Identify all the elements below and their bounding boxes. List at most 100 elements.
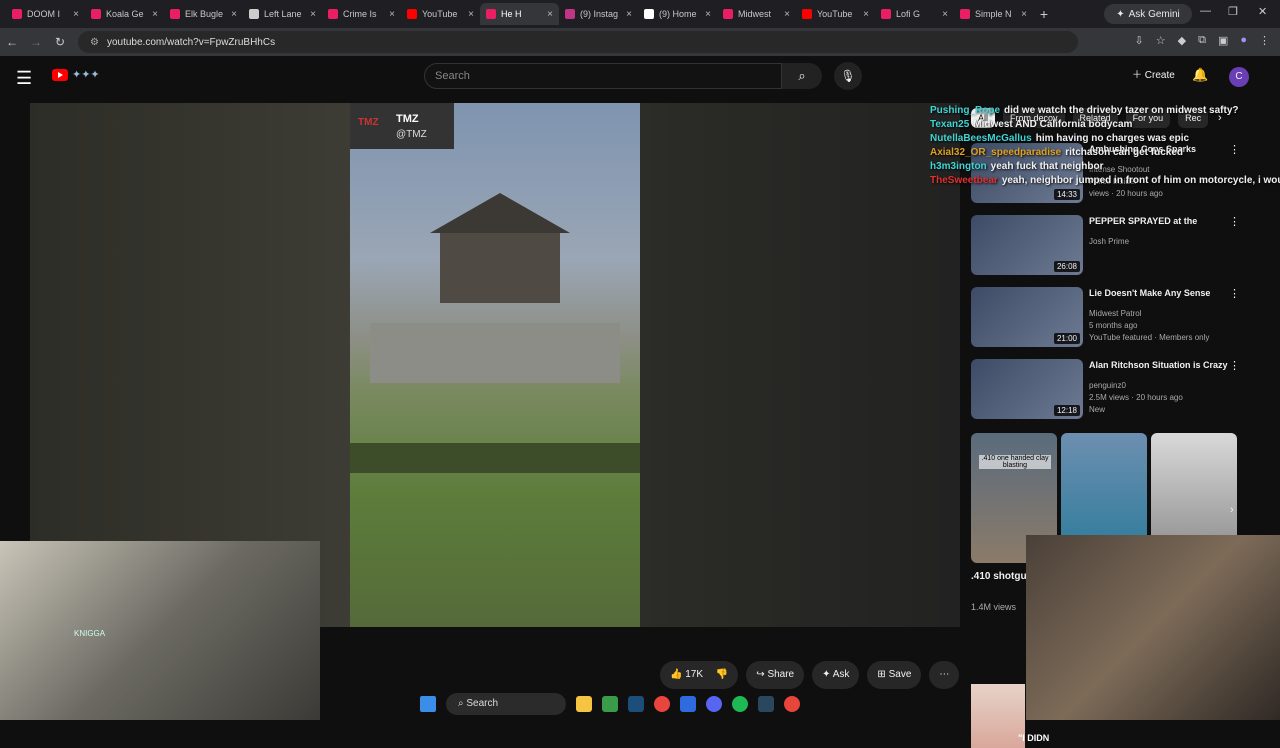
channel-overlay[interactable]: TMZ TMZ @TMZ [350,103,454,149]
video-title[interactable]: Alan Ritchson Situation is Crazy [1089,359,1239,371]
back-icon[interactable]: ← [0,35,24,49]
video-extra: views · 20 hours ago [1089,189,1163,198]
minimize-icon[interactable]: — [1200,5,1211,17]
spotify-icon[interactable] [732,696,748,712]
share-button[interactable]: ↪ Share [746,661,805,689]
address-bar-row: ← → ↻ ⚙ youtube.com/watch?v=FpwZruBHhCs [0,28,1280,56]
more-menu-icon[interactable]: ⋮ [1259,34,1270,47]
browser-tab[interactable]: Elk Bugle × [164,3,243,25]
browser-tab[interactable]: (9) Instag × [559,3,638,25]
close-window-icon[interactable]: ✕ [1258,5,1267,18]
browser-tab[interactable]: (9) Home × [638,3,717,25]
chat-message: Pushing_Rope did we watch the driveby taz… [930,104,1280,118]
youtube-logo-icon[interactable] [52,69,68,81]
video-title[interactable]: Lie Doesn't Make Any Sense [1089,287,1239,299]
save-icon: ⊞ [877,669,886,680]
browser-tab[interactable]: Left Lane × [243,3,322,25]
video-title[interactable]: PEPPER SPRAYED at the [1089,215,1239,227]
steam-icon[interactable] [628,696,644,712]
video-thumbnail[interactable]: 26:08 [971,215,1083,275]
browser-tab[interactable]: Midwest × [717,3,796,25]
tab-label: He H [501,9,522,19]
tab-label: Elk Bugle [185,9,224,19]
tab-close-icon[interactable]: × [942,9,948,20]
bottom-video-thumbnail[interactable] [971,684,1025,748]
tab-close-icon[interactable]: × [231,9,237,20]
sidebar-icon[interactable]: ▣ [1218,34,1228,47]
chrome-alt-icon[interactable] [784,696,800,712]
video-menu-icon[interactable]: ⋮ [1229,287,1240,300]
tab-close-icon[interactable]: × [1021,9,1027,20]
tab-close-icon[interactable]: × [468,9,474,20]
more-actions-icon[interactable]: ⋯ [929,661,960,689]
tab-close-icon[interactable]: × [152,9,158,20]
recommended-video[interactable]: 21:00 Lie Doesn't Make Any Sense Midwest P… [971,287,1271,347]
tmz-logo: TMZ [358,117,379,128]
video-channel[interactable]: Josh Prime [1089,237,1129,246]
new-tab-button[interactable]: + [1033,6,1055,22]
puzzle-icon[interactable]: ⧉ [1198,34,1206,47]
hamburger-menu-icon[interactable]: ☰ [16,68,32,89]
chat-message: TheSweetbear yeah, neighbor jumped in fro… [930,174,1280,188]
tab-label: YouTube [817,9,853,19]
avatar[interactable]: C [1229,67,1249,87]
thumbs-down-icon[interactable]: 👎 [716,669,728,680]
like-button[interactable]: 👍 17K 👎 [660,661,739,689]
app-green-icon[interactable] [602,696,618,712]
recommended-video[interactable]: 26:08 PEPPER SPRAYED at the Josh Prime ⋮ [971,215,1271,275]
browser-tab[interactable]: He H × [480,3,559,25]
install-icon[interactable]: ⇩ [1135,34,1144,47]
file-explorer-icon[interactable] [576,696,592,712]
doodle-icon[interactable]: ✦✦✦ [72,68,100,81]
tab-close-icon[interactable]: × [784,9,790,20]
tab-close-icon[interactable]: × [863,9,869,20]
video-menu-icon[interactable]: ⋮ [1229,359,1240,372]
create-button[interactable]: ＋ Create [1122,64,1185,88]
chat-text: did we watch the driveby tazer on midwes… [1004,105,1239,116]
taskbar-search[interactable]: ⌕ Search [446,693,566,715]
browser-tab[interactable]: YouTube × [796,3,875,25]
ask-button[interactable]: ✦ Ask [812,661,860,689]
video-channel[interactable]: penguinz0 [1089,381,1126,390]
tab-close-icon[interactable]: × [547,9,553,20]
tab-close-icon[interactable]: × [705,9,711,20]
steam-alt-icon[interactable] [758,696,774,712]
video-channel[interactable]: Midwest Patrol [1089,309,1141,318]
browser-tab[interactable]: YouTube × [401,3,480,25]
video-menu-icon[interactable]: ⋮ [1229,215,1240,228]
browser-tab[interactable]: Lofi G × [875,3,954,25]
browser-tab[interactable]: DOOM I × [6,3,85,25]
save-button[interactable]: ⊞ Save [867,661,922,689]
url-field[interactable]: ⚙ youtube.com/watch?v=FpwZruBHhCs [78,31,1078,53]
maximize-icon[interactable]: ❐ [1228,5,1238,18]
search-icon[interactable]: ⌕ [782,63,822,89]
windows-start-icon[interactable] [420,696,436,712]
extension-icon[interactable]: ◆ [1178,34,1186,47]
bell-icon[interactable]: 🔔 [1192,67,1208,83]
tab-close-icon[interactable]: × [73,9,79,20]
tab-close-icon[interactable]: × [389,9,395,20]
shorts-next-icon[interactable]: › [1230,504,1234,516]
tab-label: Midwest [738,9,772,19]
search-input[interactable]: Search [424,63,782,89]
mic-icon[interactable]: 🎙 [834,62,862,90]
reload-icon[interactable]: ↻ [48,35,72,49]
browser-tab[interactable]: Simple N × [954,3,1033,25]
video-thumbnail[interactable]: 21:00 [971,287,1083,347]
site-info-icon[interactable]: ⚙ [90,37,99,48]
tab-close-icon[interactable]: × [310,9,316,20]
browser-tab-bar: DOOM I × Koala Ge × Elk Bugle × Left Lane × Crim… [0,0,1280,28]
ask-gemini-button[interactable]: ✦ Ask Gemini [1104,4,1192,24]
profile-icon[interactable]: ● [1240,34,1247,47]
browser-tab[interactable]: Crime Is × [322,3,401,25]
browser-tab[interactable]: Koala Ge × [85,3,164,25]
bookmark-star-icon[interactable]: ☆ [1156,34,1166,47]
recommended-video[interactable]: 12:18 Alan Ritchson Situation is Crazy pen… [971,359,1271,419]
discord-icon[interactable] [706,696,722,712]
tab-close-icon[interactable]: × [626,9,632,20]
forward-icon[interactable]: → [24,35,48,49]
chrome-icon[interactable] [654,696,670,712]
video-extra: YouTube featured · Members only [1089,333,1210,342]
app-blue-icon[interactable] [680,696,696,712]
video-thumbnail[interactable]: 12:18 [971,359,1083,419]
